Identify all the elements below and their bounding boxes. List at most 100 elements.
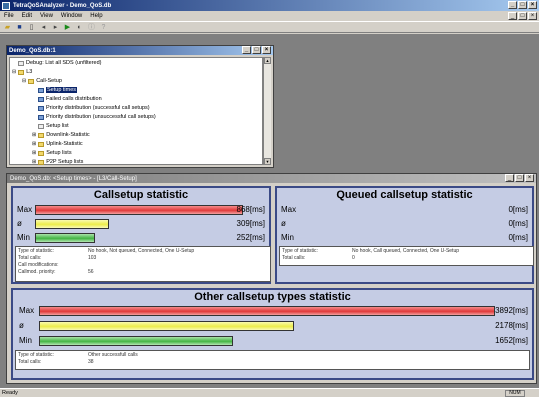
max-value: 3892[ms]: [495, 306, 528, 315]
chart-icon: [38, 105, 44, 111]
minimize-button[interactable]: _: [508, 1, 517, 9]
row-label-min: Min: [19, 336, 32, 345]
tree-item[interactable]: ⊞ Uplink-Statistic: [32, 141, 83, 147]
tree-item[interactable]: Priority distribution (unsuccessful call…: [38, 114, 156, 120]
tree-maximize-button[interactable]: □: [252, 46, 261, 54]
mdi-restore-button[interactable]: □: [518, 12, 527, 20]
stats-minimize-button[interactable]: _: [505, 174, 514, 182]
statistics-window-title-bar[interactable]: Demo_QoS.db: <Setup times> - [L3/Call-Se…: [7, 174, 536, 183]
app-icon: [2, 1, 10, 10]
info-key: Callmod. priority:: [18, 269, 56, 275]
info-key: Total calls:: [18, 359, 42, 365]
maximize-button[interactable]: □: [518, 1, 527, 9]
expand-icon[interactable]: ⊞: [32, 141, 36, 147]
close-button[interactable]: ×: [528, 1, 537, 9]
play-icon[interactable]: ▶: [63, 23, 72, 32]
row-label-min: Min: [17, 233, 30, 242]
stats-maximize-button[interactable]: □: [515, 174, 524, 182]
info-value: 56: [88, 269, 94, 275]
tree-item[interactable]: ⊞ Downlink-Statistic: [32, 132, 90, 138]
callsetup-info-box: Type of statistic: No hook, Not queued, C…: [15, 246, 271, 282]
tree-item[interactable]: Priority distribution (successful call s…: [38, 105, 150, 111]
menu-file[interactable]: File: [4, 13, 14, 19]
avg-value: 0[ms]: [508, 219, 528, 228]
row-label-avg: ø: [19, 321, 24, 330]
new-document-icon[interactable]: ▯: [27, 23, 36, 32]
max-value: 868[ms]: [236, 205, 265, 214]
callsetup-title: Callsetup statistic: [93, 189, 189, 201]
menu-view[interactable]: View: [40, 13, 53, 19]
statistics-window-controls: _ □ ×: [505, 174, 534, 182]
info-key: Call modifications:: [18, 262, 59, 268]
info-value: 0: [352, 255, 355, 261]
tree-item[interactable]: ⊞ P2P Setup lists: [32, 159, 83, 165]
expand-icon[interactable]: ⊞: [32, 150, 36, 156]
tree-window: Demo_QoS.db:1 _ □ × Debug: List all SDS …: [6, 45, 274, 168]
avg-value: 309[ms]: [236, 219, 265, 228]
row-label-avg: ø: [281, 219, 286, 228]
queued-title: Queued callsetup statistic: [336, 189, 473, 201]
tree-scrollbar[interactable]: ▲ ▼: [263, 57, 271, 165]
status-bar: Ready NUM: [0, 388, 539, 397]
avg-bar: [39, 321, 294, 331]
collapse-icon[interactable]: ⊟: [22, 78, 26, 84]
queued-panel: Queued callsetup statistic Max 0[ms] ø 0…: [275, 186, 534, 284]
other-title: Other callsetup types statistic: [194, 291, 351, 303]
save-icon[interactable]: ■: [15, 23, 24, 32]
tree-window-title-bar[interactable]: Demo_QoS.db:1 _ □ ×: [7, 46, 273, 55]
app-title-bar[interactable]: TetraQoSAnalyzer - Demo_QoS.db _ □ ×: [0, 0, 539, 11]
tree-item-selected[interactable]: Setup times: [38, 87, 78, 93]
folder-icon: [38, 132, 45, 138]
max-bar: [39, 306, 495, 316]
statistics-window-title: Demo_QoS.db: <Setup times> - [L3/Call-Se…: [10, 175, 137, 182]
contrast-icon[interactable]: ◐: [75, 23, 84, 32]
window-controls: _ □ ×: [508, 1, 537, 9]
min-bar: [39, 336, 233, 346]
max-value: 0[ms]: [508, 205, 528, 214]
min-value: 0[ms]: [508, 233, 528, 242]
tree-view: Debug: List all SDS (unfiltered) ⊟ L3 ⊟ Ca…: [9, 57, 263, 165]
tree-minimize-button[interactable]: _: [242, 46, 251, 54]
menu-window[interactable]: Window: [61, 13, 82, 19]
mdi-minimize-button[interactable]: _: [508, 12, 517, 20]
chart-icon: [38, 87, 44, 93]
tree-item[interactable]: ⊟ Call-Setup: [22, 78, 62, 84]
other-panel: Other callsetup types statistic Max 3892…: [11, 288, 534, 380]
avg-bar: [35, 219, 109, 229]
menu-help[interactable]: Help: [90, 13, 102, 19]
info-icon[interactable]: ⓘ: [87, 23, 96, 32]
tree-item[interactable]: Setup list: [38, 123, 69, 129]
back-arrow-icon[interactable]: ◂: [39, 23, 48, 32]
info-value: 38: [88, 359, 94, 365]
tree-item[interactable]: ⊞ Setup lists: [32, 150, 72, 156]
info-key: Total calls:: [282, 255, 306, 261]
chart-icon: [38, 114, 44, 120]
tree-close-button[interactable]: ×: [262, 46, 271, 54]
info-value: Other successfull calls: [88, 352, 138, 358]
row-label-max: Max: [17, 205, 33, 214]
stats-close-button[interactable]: ×: [525, 174, 534, 182]
tree-window-title: Demo_QoS.db:1: [9, 47, 56, 54]
forward-arrow-icon[interactable]: ▸: [51, 23, 60, 32]
doc-icon: [18, 60, 24, 66]
tree-item[interactable]: Debug: List all SDS (unfiltered): [18, 60, 102, 66]
folder-icon: [28, 78, 35, 84]
max-bar: [35, 205, 243, 215]
tree-item[interactable]: Failed calls distribution: [38, 96, 102, 102]
mdi-close-button[interactable]: ×: [528, 12, 537, 20]
scroll-up-icon[interactable]: ▲: [264, 57, 271, 64]
collapse-icon[interactable]: ⊟: [12, 69, 16, 75]
min-value: 252[ms]: [236, 233, 265, 242]
menu-edit[interactable]: Edit: [22, 13, 32, 19]
scroll-down-icon[interactable]: ▼: [264, 158, 271, 165]
help-icon[interactable]: ?: [99, 23, 108, 32]
expand-icon[interactable]: ⊞: [32, 159, 36, 165]
tree-item[interactable]: ⊟ L3: [12, 69, 32, 75]
queued-info-box: Type of statistic: No hook, Call queued, …: [279, 246, 534, 266]
expand-icon[interactable]: ⊞: [32, 132, 36, 138]
app-title: TetraQoSAnalyzer - Demo_QoS.db: [13, 2, 112, 9]
open-folder-icon[interactable]: ▰: [3, 23, 12, 32]
avg-value: 2178[ms]: [495, 321, 528, 330]
folder-icon: [38, 159, 45, 165]
other-info-box: Type of statistic: Other successfull call…: [15, 350, 530, 370]
